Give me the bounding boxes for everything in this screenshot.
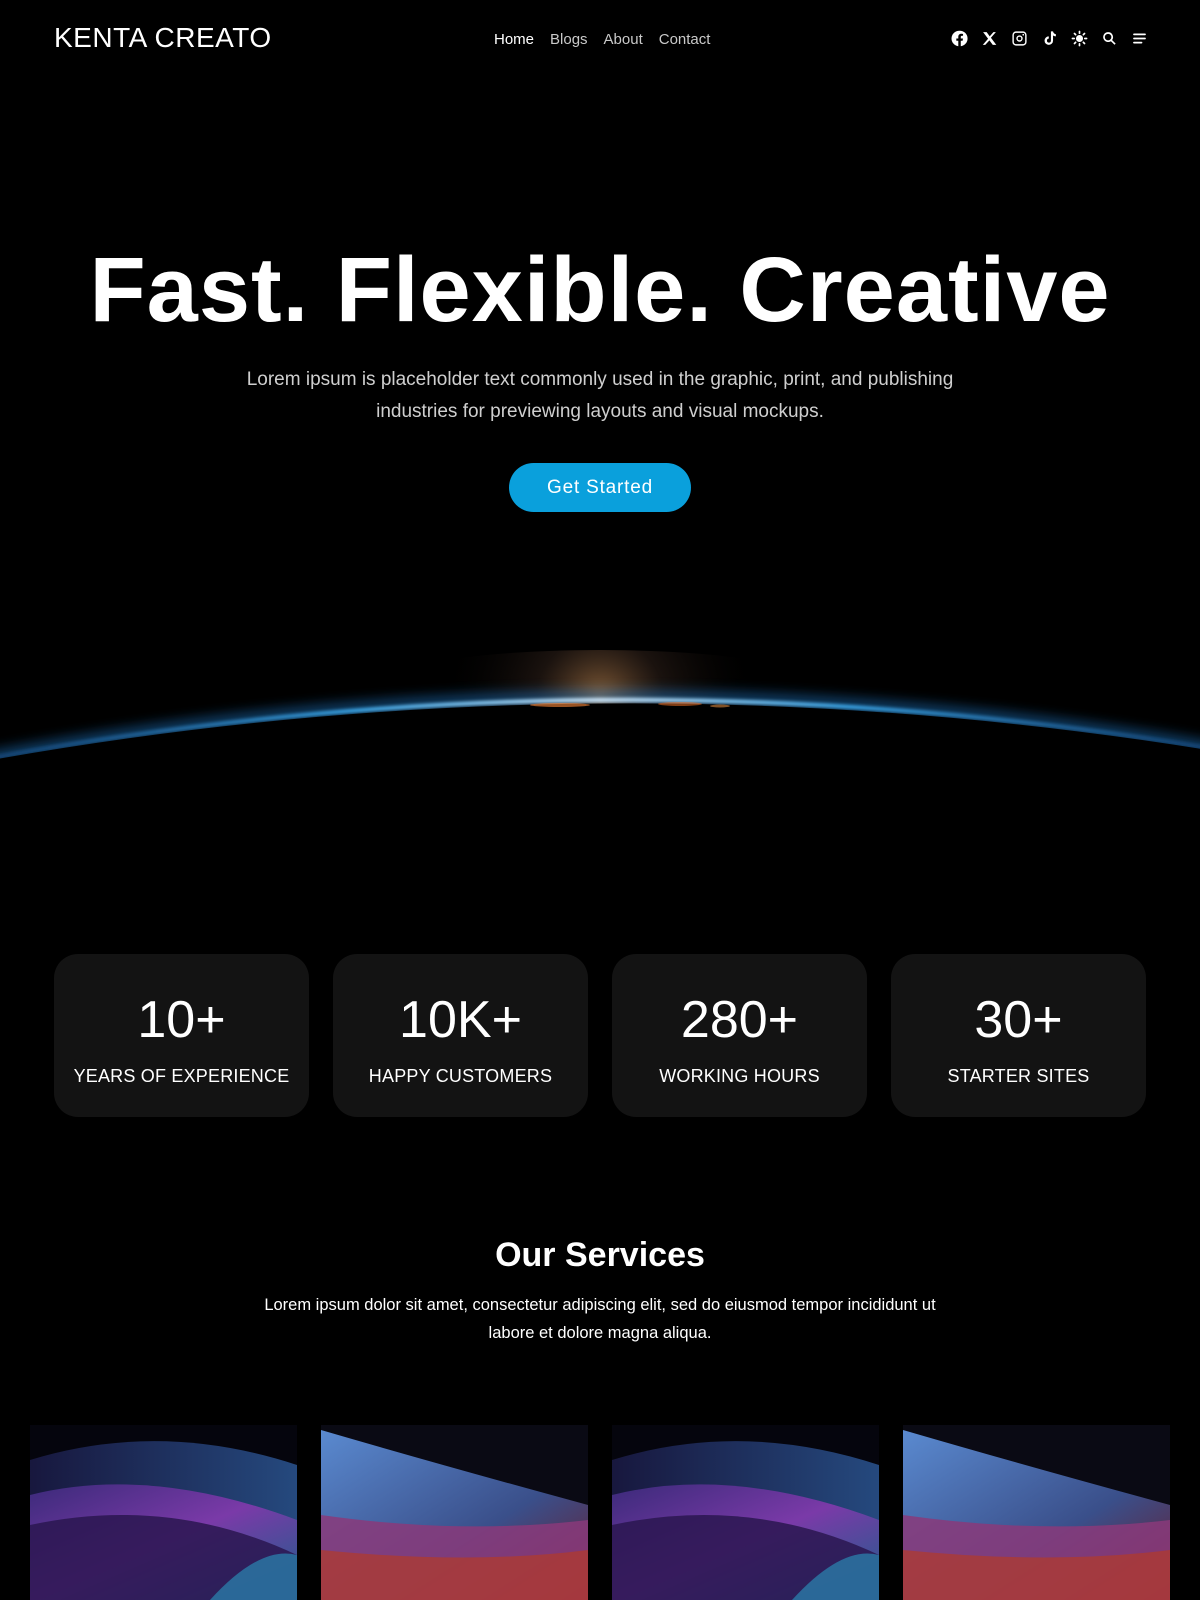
stat-value: 30+ — [974, 991, 1063, 1049]
services-title: Our Services — [495, 1236, 705, 1274]
nav-contact[interactable]: Contact — [659, 31, 711, 48]
stat-label: HAPPY CUSTOMERS — [368, 1066, 553, 1086]
hero-title: Fast. Flexible. Creative — [89, 239, 1111, 341]
service-card-image[interactable] — [30, 1425, 297, 1600]
stat-card: 10K+ HAPPY CUSTOMERS — [333, 954, 588, 1117]
stat-card: 280+ WORKING HOURS — [612, 954, 867, 1117]
stat-value: 10+ — [137, 991, 226, 1049]
instagram-icon[interactable] — [1010, 29, 1028, 47]
facebook-icon[interactable] — [950, 29, 968, 47]
service-card-image[interactable] — [903, 1425, 1170, 1600]
nav-home[interactable]: Home — [494, 31, 534, 48]
service-card-image[interactable] — [321, 1425, 588, 1600]
stat-label: STARTER SITES — [947, 1066, 1090, 1086]
nav-blogs[interactable]: Blogs — [550, 31, 588, 48]
x-twitter-icon[interactable] — [980, 29, 998, 47]
stat-value: 10K+ — [399, 991, 522, 1049]
site-logo[interactable]: KENTA CREATO — [54, 22, 272, 54]
stat-card: 30+ STARTER SITES — [891, 954, 1146, 1117]
hero-background — [0, 0, 1200, 900]
nav-about[interactable]: About — [604, 31, 643, 48]
hero-subtitle: Lorem ipsum is placeholder text commonly… — [246, 369, 954, 422]
stat-label: WORKING HOURS — [659, 1066, 820, 1086]
stat-value: 280+ — [680, 991, 799, 1049]
get-started-button[interactable]: Get Started — [509, 463, 691, 512]
services-subtitle: Lorem ipsum dolor sit amet, consectetur … — [264, 1296, 936, 1342]
site-header: KENTA CREATO Home Blogs About Contact — [0, 0, 1200, 80]
main-nav: Home Blogs About Contact — [494, 31, 710, 48]
service-card-image[interactable] — [612, 1425, 879, 1600]
stat-label: YEARS OF EXPERIENCE — [73, 1066, 290, 1086]
search-icon[interactable] — [1100, 29, 1118, 47]
theme-toggle-icon[interactable] — [1070, 29, 1088, 47]
stat-card: 10+ YEARS OF EXPERIENCE — [54, 954, 309, 1117]
tiktok-icon[interactable] — [1040, 29, 1058, 47]
earth-horizon-image — [0, 0, 1200, 900]
header-icons — [950, 29, 1148, 47]
menu-icon[interactable] — [1130, 29, 1148, 47]
